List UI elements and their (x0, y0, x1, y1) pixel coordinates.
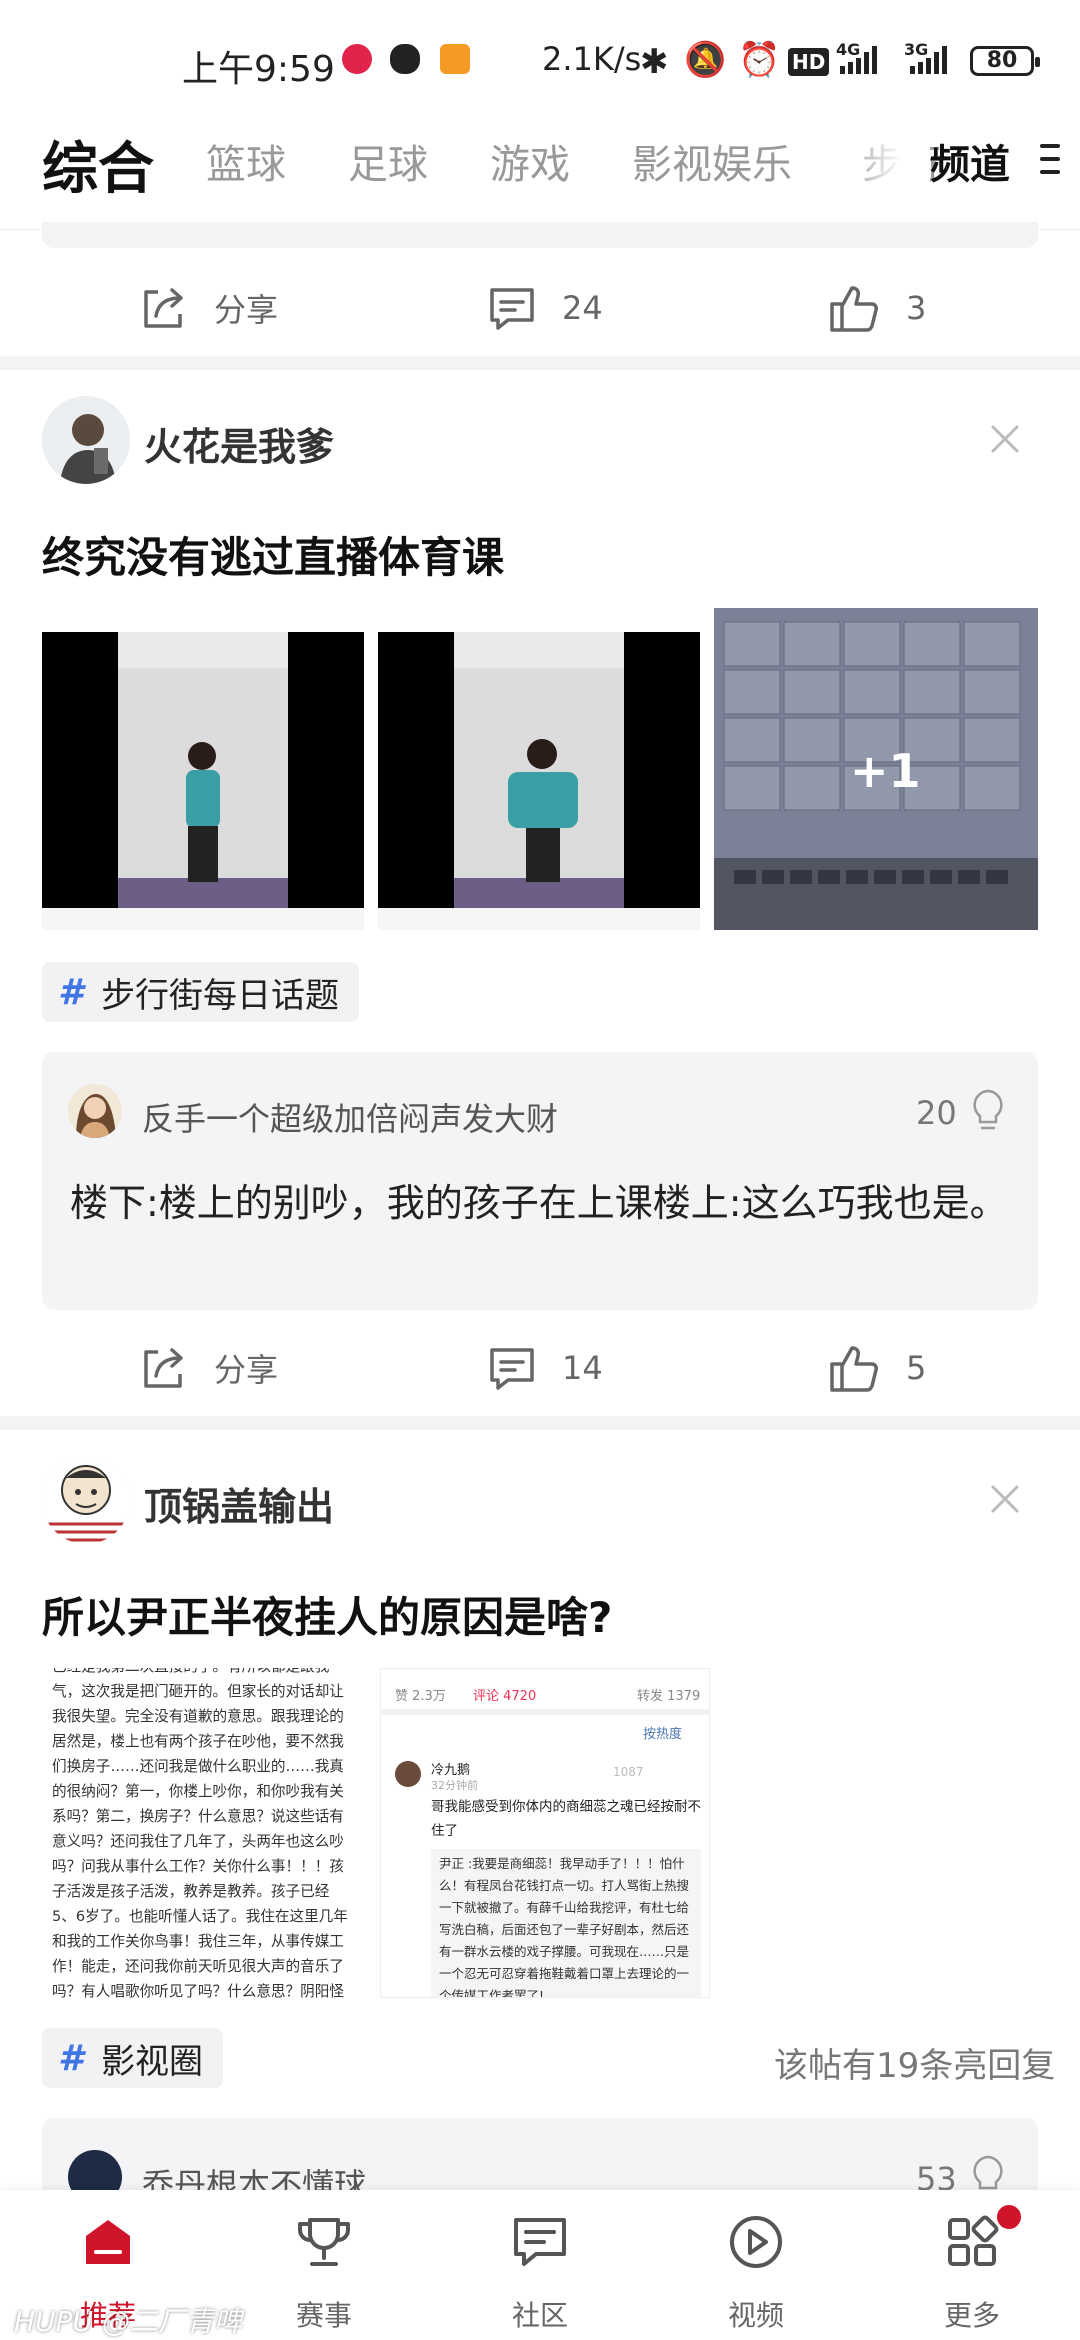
commenter-avatar[interactable] (68, 1084, 122, 1138)
status-time: 上午9:59 (182, 49, 335, 90)
like-count: 3 (906, 289, 927, 327)
hot-comment[interactable]: 反手一个超级加倍闷声发大财 20 楼下:楼上的别吵，我的孩子在上课楼上:这么巧我… (42, 1052, 1038, 1310)
comment-count: 14 (562, 1349, 603, 1387)
thumbs-up-icon (830, 286, 878, 332)
post-author[interactable]: 顶锅盖输出 (144, 1476, 334, 1531)
home-icon (86, 2220, 130, 2264)
topic-label: 影视圈 (101, 2041, 204, 2082)
post-divider (0, 1416, 1080, 1430)
comment-button[interactable]: 24 (486, 282, 603, 334)
avatar[interactable] (42, 396, 130, 484)
weibo-comment-text: 哥我能感受到你体内的商细蕊之魂已经按耐不住了 (431, 1799, 701, 1839)
more-images-count: +1 (850, 744, 921, 798)
network-speed: 2.1K/s (542, 40, 642, 78)
chat-icon (514, 2218, 566, 2266)
share-label: 分享 (214, 1351, 279, 1389)
tabs-fade (840, 104, 930, 228)
comment-icon (490, 288, 534, 330)
nav-label: 赛事 (295, 2299, 352, 2332)
share-label: 分享 (214, 291, 279, 329)
bluetooth-icon: ✱ (640, 42, 669, 82)
channel-tabs: 综合 篮球 足球 游戏 影视娱乐 步行 频道 (0, 104, 1080, 230)
post-divider (0, 356, 1080, 370)
nav-video[interactable]: 视频 (648, 2190, 864, 2340)
prev-post-card-tail (42, 222, 1038, 248)
weibo-likes: 赞 2.3万 (395, 1689, 446, 1704)
post-image[interactable] (42, 608, 364, 930)
thumbs-up-icon (830, 1346, 878, 1392)
post-image[interactable]: 赞 2.3万 评论 4720 转发 1379 按热度 冷九鹅 32分钟前 108… (380, 1668, 710, 1998)
topic-hash-icon: # (58, 2037, 84, 2079)
menu-icon[interactable] (1040, 144, 1060, 176)
post-image-more[interactable]: +1 (714, 608, 1038, 930)
weibo-reply-text: 尹正 :我要是商细蕊！我早动手了！！！怕什么！有程凤台花钱打点一切。打人骂街上热… (439, 1856, 690, 1998)
alarm-icon: ⏰ (738, 40, 781, 80)
nav-label: 视频 (727, 2299, 784, 2332)
qq-icon (390, 44, 420, 74)
tab-basketball[interactable]: 篮球 (206, 132, 286, 190)
post-author[interactable]: 火花是我爹 (144, 416, 334, 471)
light-count: 20 (916, 1094, 957, 1132)
like-count: 5 (906, 1349, 927, 1387)
share-button[interactable]: 分享 (138, 1342, 278, 1394)
channel-button[interactable]: 频道 (930, 132, 1010, 190)
weibo-avatar (395, 1761, 421, 1787)
weibo-comment-time: 32分钟前 (431, 1779, 478, 1792)
weibo-reposts: 转发 1379 (637, 1689, 701, 1704)
post-title[interactable]: 终究没有逃过直播体育课 (42, 524, 504, 585)
like-button[interactable]: 3 (826, 282, 926, 334)
tab-games[interactable]: 游戏 (490, 132, 570, 190)
lightbulb-icon[interactable] (970, 1088, 1006, 1132)
nav-matches[interactable]: 赛事 (216, 2190, 432, 2340)
nav-label: 社区 (511, 2299, 568, 2332)
status-bar: 上午9:59 2.1K/s ✱ 🔕 ⏰ HD 4G 3G 80 (0, 0, 1080, 104)
hot-replies-count[interactable]: 该帖有19条亮回复 (774, 2038, 1055, 2087)
netease-music-icon (342, 44, 372, 74)
like-button[interactable]: 5 (826, 1342, 926, 1394)
post-image[interactable]: 已经是我第二次直接的了。有所以都是跟我气，这次我是把门砸开的。但家长的对话却让我… (42, 1668, 362, 1998)
commenter-name[interactable]: 反手一个超级加倍闷声发大财 (142, 1094, 558, 1140)
weibo-divider (381, 1709, 709, 1715)
battery-icon: 80 (970, 46, 1040, 76)
nav-label: 更多 (943, 2299, 1000, 2332)
comment-count: 24 (562, 289, 603, 327)
tab-comprehensive[interactable]: 综合 (42, 124, 154, 205)
nav-community[interactable]: 社区 (432, 2190, 648, 2340)
weibo-commenter: 冷九鹅 (431, 1763, 471, 1778)
comment-text: 楼下:楼上的别吵，我的孩子在上课楼上:这么巧我也是。 (70, 1181, 1008, 1225)
share-button[interactable]: 分享 (138, 282, 278, 334)
topic-tag[interactable]: # 步行街每日话题 (42, 962, 360, 1022)
notification-dot (994, 2202, 1024, 2232)
close-icon[interactable] (990, 1484, 1020, 1514)
image-text: 已经是我第二次直接的了。有所以都是跟我气，这次我是把门砸开的。但家长的对话却让我… (52, 1668, 348, 1998)
signal-icon (840, 46, 877, 74)
weibo-sort: 按热度 (643, 1727, 683, 1742)
topic-label: 步行街每日话题 (101, 975, 340, 1016)
comment-icon (490, 1348, 534, 1390)
mute-bell-icon: 🔕 (684, 40, 727, 80)
play-icon (730, 2216, 782, 2268)
nav-more[interactable]: 更多 (864, 2190, 1080, 2340)
weibo-comments-tab: 评论 4720 (473, 1689, 537, 1704)
hd-icon: HD (788, 48, 830, 76)
signal-icon (910, 46, 947, 74)
avatar[interactable] (42, 1456, 130, 1544)
close-icon[interactable] (990, 424, 1020, 454)
share-icon (144, 288, 183, 328)
taobao-icon (440, 44, 470, 74)
watermark: HUPU @二厂青啤 (14, 2305, 242, 2338)
comment-button[interactable]: 14 (486, 1342, 603, 1394)
weibo-reply-box: 尹正 :我要是商细蕊！我早动手了！！！怕什么！有程凤台花钱打点一切。打人骂街上热… (431, 1849, 701, 1998)
topic-tag[interactable]: # 影视圈 (42, 2028, 224, 2088)
tab-football[interactable]: 足球 (348, 132, 428, 190)
post-title[interactable]: 所以尹正半夜挂人的原因是啥? (42, 1584, 612, 1645)
post-image[interactable] (378, 608, 700, 930)
weibo-comment-likes: 1087 (613, 1765, 644, 1779)
topic-hash-icon: # (58, 971, 84, 1013)
trophy-icon (298, 2218, 350, 2266)
grid-icon (948, 2215, 999, 2266)
tab-entertainment[interactable]: 影视娱乐 (632, 132, 792, 190)
share-icon (144, 1348, 183, 1388)
